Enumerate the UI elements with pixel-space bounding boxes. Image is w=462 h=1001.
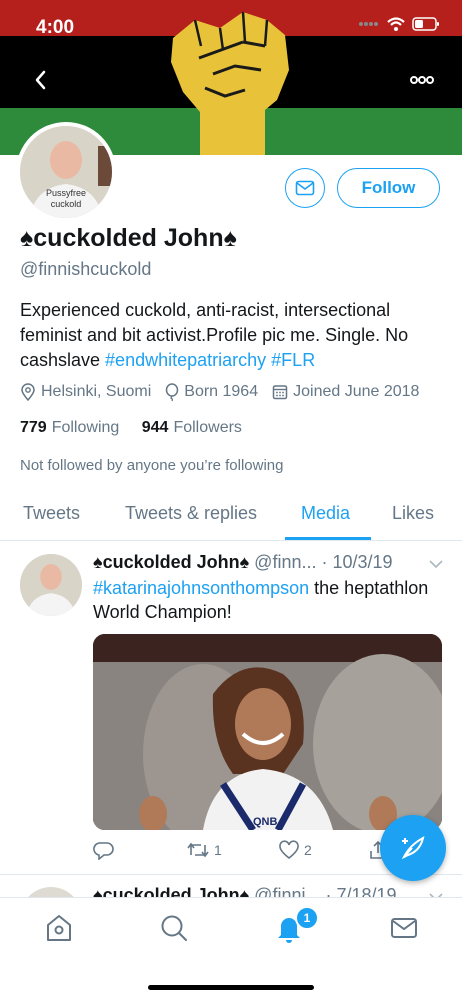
tweet-avatar-portrait-image (20, 554, 82, 616)
balloon-icon (166, 383, 179, 401)
tweet-media-image[interactable]: QNB (93, 634, 442, 830)
retweet-icon (187, 842, 209, 858)
bio-hashtag-flr[interactable]: #FLR (271, 350, 315, 370)
profile-avatar[interactable]: Pussyfree cuckold (16, 122, 116, 222)
tab-likes[interactable]: Likes (392, 503, 434, 524)
avatar-shirt-line-2: cuckold (50, 199, 82, 209)
more-options-icon[interactable] (408, 70, 436, 90)
signal-dots-icon (359, 22, 378, 26)
media-sponsor-text: QNB (253, 816, 278, 828)
profile-joined: Joined June 2018 (272, 383, 419, 401)
profile-location: Helsinki, Suomi (20, 383, 151, 401)
reply-button[interactable] (93, 840, 119, 860)
avatar-photo: Pussyfree cuckold (20, 126, 112, 218)
follow-counts: 779 Following 944 Followers (20, 419, 242, 437)
profile-display-name: ♠cuckolded John♠ (20, 224, 237, 252)
following-label: Following (51, 419, 120, 436)
heart-icon (279, 840, 299, 860)
like-button[interactable]: 2 (278, 840, 312, 860)
retweet-count: 1 (214, 842, 222, 858)
like-count: 2 (304, 842, 312, 858)
tweet-header: ♠cuckolded John♠ @finn... · 10/3/19 (93, 552, 393, 573)
tweet-author-name[interactable]: ♠cuckolded John♠ (93, 552, 249, 572)
home-icon[interactable] (43, 912, 75, 944)
joined-text: Joined June 2018 (293, 383, 420, 400)
home-indicator (148, 985, 314, 990)
tweet-text: #katarinajohnsonthompson the heptathlon … (93, 576, 443, 624)
tweet-author-avatar[interactable] (20, 554, 82, 616)
avatar-shirt-text: Pussyfree cuckold (38, 188, 94, 210)
following-count: 779 (20, 419, 47, 436)
back-chevron-icon[interactable] (28, 66, 56, 94)
tweet-date: · 10/3/19 (321, 552, 393, 572)
calendar-icon (272, 385, 288, 400)
followers-label: Followers (173, 419, 242, 436)
location-pin-icon (21, 383, 35, 401)
born-text: Born 1964 (184, 383, 259, 400)
tab-tweets[interactable]: Tweets (23, 503, 80, 524)
battery-icon (412, 17, 439, 31)
not-followed-notice: Not followed by anyone you’re following (20, 457, 284, 474)
followers-count: 944 (141, 419, 169, 436)
bio-hashtag-endwhitepatriarchy[interactable]: #endwhitepatriarchy (105, 350, 266, 370)
following-link[interactable]: 779 Following (20, 419, 119, 436)
raised-fist-image (171, 11, 289, 155)
follow-button[interactable]: Follow (337, 168, 440, 208)
compose-tweet-button[interactable] (380, 815, 446, 881)
status-bar-icons (358, 16, 440, 32)
message-button[interactable] (285, 168, 325, 208)
notifications-badge: 1 (295, 906, 319, 930)
followers-link[interactable]: 944 Followers (142, 419, 242, 436)
envelope-icon (295, 180, 315, 196)
retweet-button[interactable]: 1 (186, 840, 222, 860)
profile-bio: Experienced cuckold, anti-racist, inters… (20, 298, 450, 373)
chevron-down-icon[interactable] (428, 558, 444, 570)
compose-quill-icon (401, 836, 425, 860)
reply-icon (93, 842, 114, 860)
messages-envelope-icon[interactable] (388, 912, 420, 944)
tab-media[interactable]: Media (301, 503, 350, 524)
tweet-hashtag[interactable]: #katarinajohnsonthompson (93, 578, 309, 598)
location-text: Helsinki, Suomi (41, 383, 152, 400)
profile-birthdate: Born 1964 (165, 383, 258, 401)
profile-meta: Helsinki, Suomi Born 1964 Joined June 20… (20, 383, 419, 401)
active-tab-indicator (285, 537, 371, 540)
tab-tweets-and-replies[interactable]: Tweets & replies (125, 503, 257, 524)
tweet-author-handle: @finn... (254, 552, 317, 572)
search-icon[interactable] (158, 912, 190, 944)
athlete-photo-image (93, 634, 442, 830)
profile-tabs: Tweets Tweets & replies Media Likes (0, 494, 462, 541)
profile-handle: @finnishcuckold (20, 259, 152, 279)
avatar-shirt-line-1: Pussyfree (45, 188, 87, 198)
wifi-icon (387, 17, 405, 31)
status-bar-time: 4:00 (36, 17, 75, 38)
